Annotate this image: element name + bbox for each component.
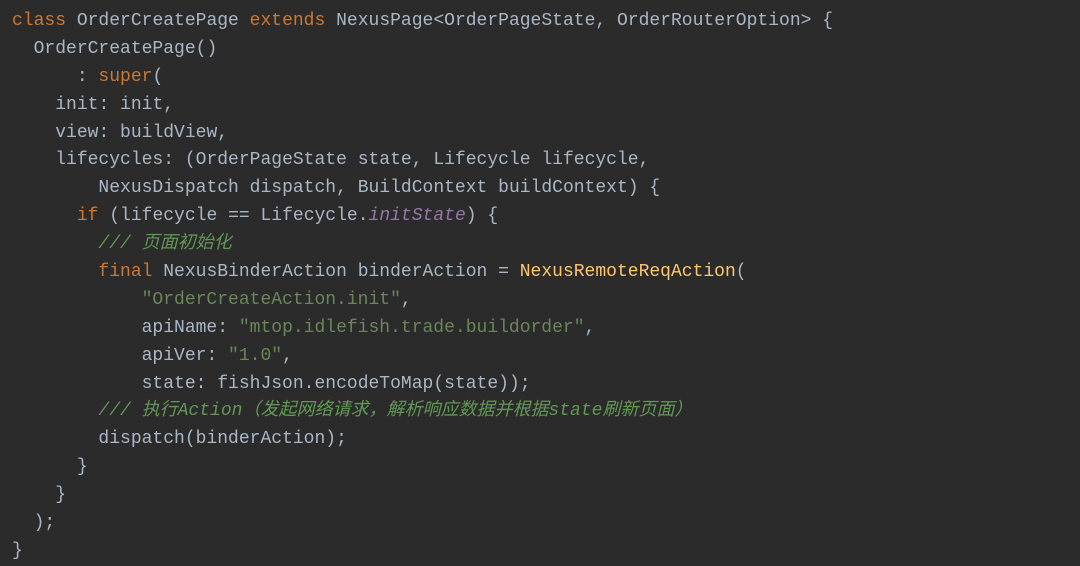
punct: , bbox=[639, 150, 650, 170]
param-lifecycles: lifecycles bbox=[55, 150, 163, 170]
prop-initstate: initState bbox=[369, 206, 466, 226]
param-apiname: apiName bbox=[142, 318, 218, 338]
var-lifecycle: lifecycle bbox=[120, 206, 217, 226]
generic-arg-2: OrderRouterOption bbox=[617, 11, 801, 31]
punct: : bbox=[98, 123, 120, 143]
comment-init: /// 页面初始化 bbox=[98, 234, 231, 254]
code-line-8: if (lifecycle == Lifecycle.initState) { bbox=[12, 203, 1068, 231]
punct: , bbox=[217, 123, 228, 143]
func-dispatch: dispatch bbox=[98, 429, 184, 449]
punct: () bbox=[196, 39, 218, 59]
string-actionname: "OrderCreateAction.init" bbox=[142, 290, 401, 310]
punct: } bbox=[77, 457, 88, 477]
code-line-20: } bbox=[12, 538, 1068, 566]
punct: . bbox=[358, 206, 369, 226]
punct: ( bbox=[185, 429, 196, 449]
punct: > { bbox=[801, 11, 833, 31]
punct: } bbox=[55, 485, 66, 505]
value-init: init bbox=[120, 95, 163, 115]
code-line-13: apiVer: "1.0", bbox=[12, 343, 1068, 371]
class-name: OrderCreatePage bbox=[77, 11, 239, 31]
punct: ( bbox=[109, 206, 120, 226]
code-line-7: NexusDispatch dispatch, BuildContext bui… bbox=[12, 175, 1068, 203]
punct: : bbox=[98, 95, 120, 115]
keyword-class: class bbox=[12, 11, 66, 31]
param-view: view bbox=[55, 123, 98, 143]
punct: : bbox=[206, 346, 228, 366]
code-line-6: lifecycles: (OrderPageState state, Lifec… bbox=[12, 147, 1068, 175]
punct: , bbox=[412, 150, 434, 170]
punct: , bbox=[595, 11, 617, 31]
punct: : bbox=[196, 374, 218, 394]
base-type: NexusPage bbox=[336, 11, 433, 31]
type-buildcontext: BuildContext bbox=[358, 178, 488, 198]
type-nexusdispatch: NexusDispatch bbox=[98, 178, 238, 198]
code-line-9: /// 页面初始化 bbox=[12, 231, 1068, 259]
code-line-2: OrderCreatePage() bbox=[12, 36, 1068, 64]
punct: : bbox=[77, 67, 99, 87]
punct: ) { bbox=[466, 206, 498, 226]
punct: ); bbox=[325, 429, 347, 449]
code-line-10: final NexusBinderAction binderAction = N… bbox=[12, 259, 1068, 287]
punct: , bbox=[401, 290, 412, 310]
punct: ( bbox=[736, 262, 747, 282]
arg-state: state bbox=[358, 150, 412, 170]
punct: : bbox=[217, 318, 239, 338]
param-apiver: apiVer bbox=[142, 346, 207, 366]
arg-lifecycle: lifecycle bbox=[541, 150, 638, 170]
generic-arg-1: OrderPageState bbox=[444, 11, 595, 31]
code-line-15: /// 执行Action（发起网络请求，解析响应数据并根据state刷新页面） bbox=[12, 398, 1068, 426]
code-line-5: view: buildView, bbox=[12, 120, 1068, 148]
code-line-12: apiName: "mtop.idlefish.trade.buildorder… bbox=[12, 315, 1068, 343]
value-view: buildView bbox=[120, 123, 217, 143]
code-line-19: ); bbox=[12, 510, 1068, 538]
punct: , bbox=[282, 346, 293, 366]
arg-binderaction: binderAction bbox=[196, 429, 326, 449]
code-line-14: state: fishJson.encodeToMap(state)); bbox=[12, 371, 1068, 399]
string-apiname: "mtop.idlefish.trade.buildorder" bbox=[239, 318, 585, 338]
code-line-3: : super( bbox=[12, 64, 1068, 92]
arg-dispatch: dispatch bbox=[250, 178, 336, 198]
constructor-name: OrderCreatePage bbox=[34, 39, 196, 59]
punct: )); bbox=[498, 374, 530, 394]
keyword-super: super bbox=[98, 67, 152, 87]
punct: < bbox=[433, 11, 444, 31]
type-binderaction: NexusBinderAction bbox=[163, 262, 347, 282]
code-line-1: class OrderCreatePage extends NexusPage<… bbox=[12, 8, 1068, 36]
code-line-18: } bbox=[12, 482, 1068, 510]
punct: ) { bbox=[628, 178, 660, 198]
punct: = bbox=[498, 262, 520, 282]
code-line-17: } bbox=[12, 454, 1068, 482]
punct: : ( bbox=[163, 150, 195, 170]
punct: ); bbox=[34, 513, 56, 533]
var-binderaction: binderAction bbox=[358, 262, 488, 282]
method-encodetomap: encodeToMap bbox=[314, 374, 433, 394]
obj-fishjson: fishJson bbox=[217, 374, 303, 394]
arg-state2: state bbox=[444, 374, 498, 394]
keyword-extends: extends bbox=[250, 11, 326, 31]
arg-buildcontext: buildContext bbox=[498, 178, 628, 198]
keyword-final: final bbox=[98, 262, 152, 282]
code-line-16: dispatch(binderAction); bbox=[12, 426, 1068, 454]
ctor-remoteaction: NexusRemoteReqAction bbox=[520, 262, 736, 282]
param-init: init bbox=[55, 95, 98, 115]
type-lifecycle: Lifecycle bbox=[433, 150, 530, 170]
punct: , bbox=[336, 178, 358, 198]
class-lifecycle: Lifecycle bbox=[261, 206, 358, 226]
string-apiver: "1.0" bbox=[228, 346, 282, 366]
punct: , bbox=[163, 95, 174, 115]
keyword-if: if bbox=[77, 206, 99, 226]
punct: ( bbox=[152, 67, 163, 87]
punct: . bbox=[304, 374, 315, 394]
param-state: state bbox=[142, 374, 196, 394]
code-editor[interactable]: class OrderCreatePage extends NexusPage<… bbox=[12, 8, 1068, 566]
comment-dispatch: /// 执行Action（发起网络请求，解析响应数据并根据state刷新页面） bbox=[98, 401, 692, 421]
punct: , bbox=[585, 318, 596, 338]
code-line-11: "OrderCreateAction.init", bbox=[12, 287, 1068, 315]
op-equals: == bbox=[228, 206, 250, 226]
punct: ( bbox=[433, 374, 444, 394]
punct: } bbox=[12, 541, 23, 561]
type-orderpagestate: OrderPageState bbox=[196, 150, 347, 170]
code-line-4: init: init, bbox=[12, 92, 1068, 120]
